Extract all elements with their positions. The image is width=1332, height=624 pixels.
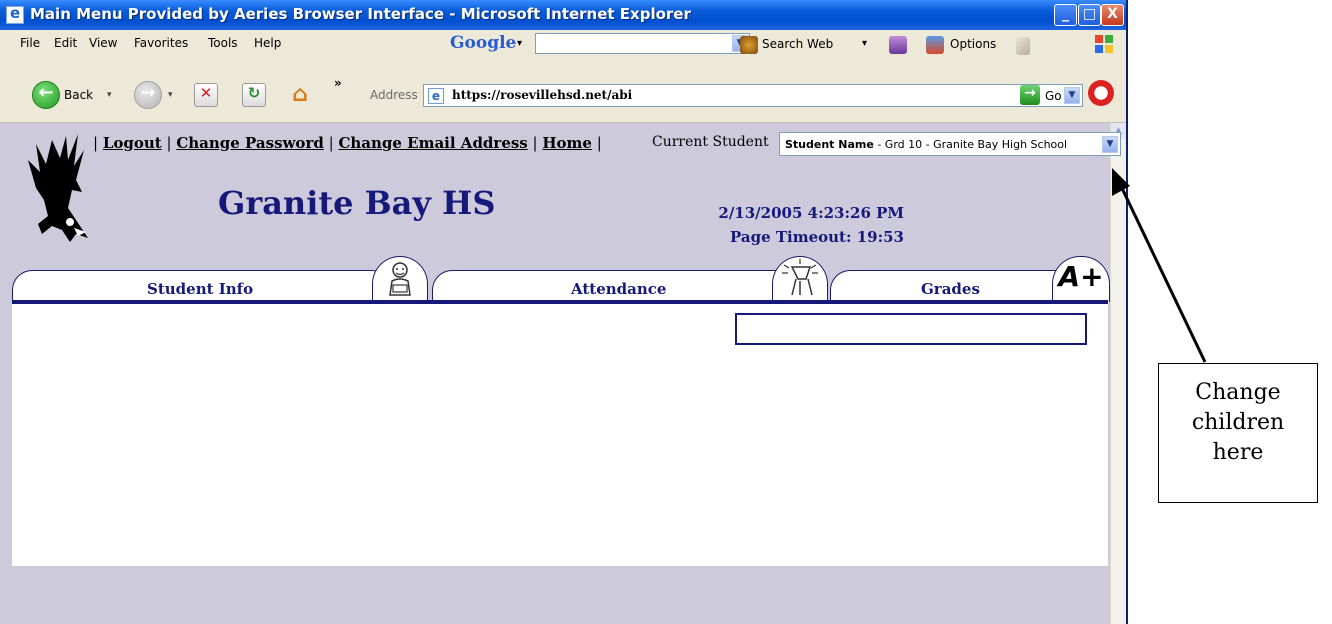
annotation-arrow bbox=[1112, 168, 1207, 363]
